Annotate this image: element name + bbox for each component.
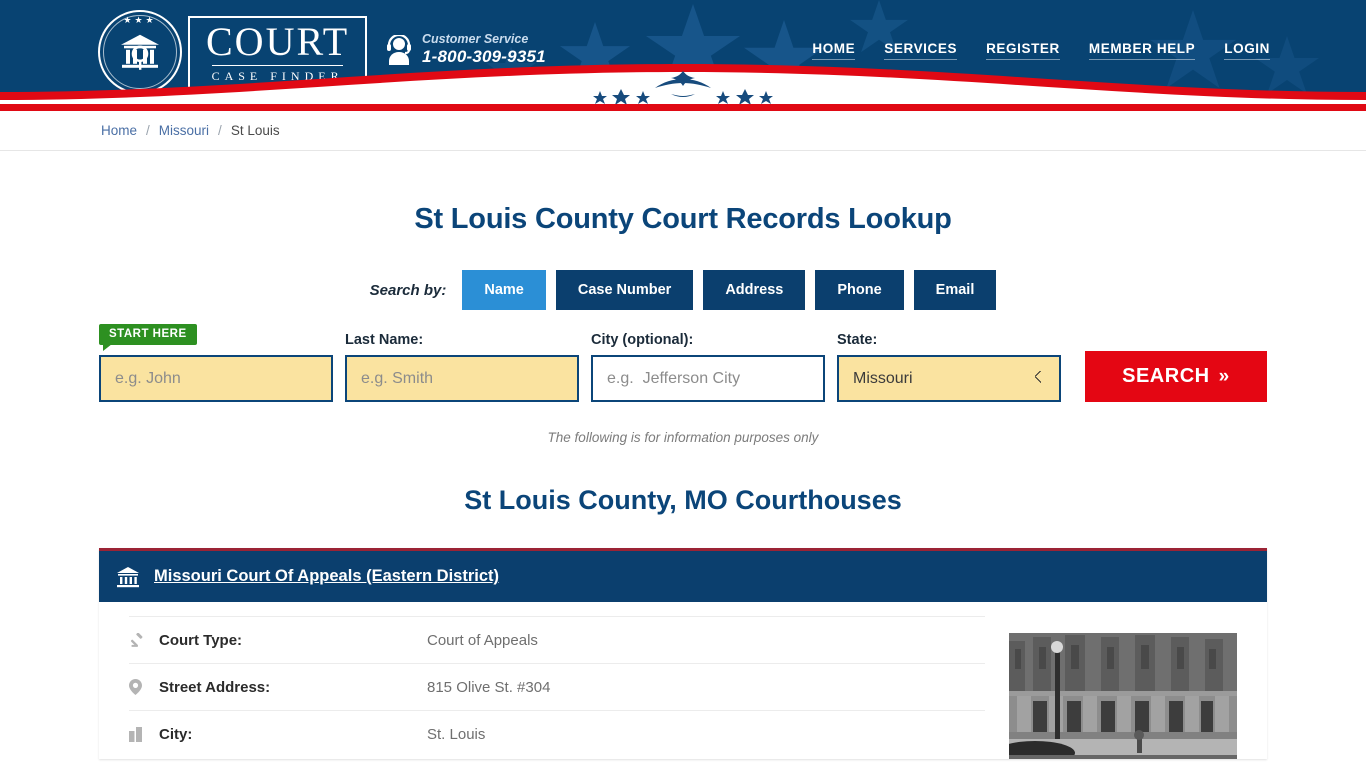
courthouse-card-header[interactable]: Missouri Court Of Appeals (Eastern Distr… xyxy=(99,551,1267,602)
breadcrumb-separator: / xyxy=(218,122,222,138)
double-chevron-right-icon: » xyxy=(1218,366,1230,387)
first-name-input[interactable] xyxy=(99,355,333,402)
courthouse-thumbnail-wrap xyxy=(1009,616,1237,759)
search-button[interactable]: SEARCH » xyxy=(1084,351,1267,402)
breadcrumb-separator: / xyxy=(146,122,150,138)
table-row: City: St. Louis xyxy=(129,710,985,757)
state-field-group: State: Missouri xyxy=(837,332,1061,402)
last-name-input[interactable] xyxy=(345,355,579,402)
bank-building-icon xyxy=(117,566,139,587)
gavel-icon xyxy=(129,632,159,648)
row-value: Court of Appeals xyxy=(427,631,538,649)
row-value: St. Louis xyxy=(427,725,486,743)
row-value: 815 Olive St. #304 xyxy=(427,678,551,696)
swoosh-eagle-and-stars xyxy=(593,71,773,104)
search-by-label: Search by: xyxy=(369,281,447,299)
breadcrumb-item-home[interactable]: Home xyxy=(101,124,137,138)
courthouses-section-title: St Louis County, MO Courthouses xyxy=(464,485,902,515)
map-pin-icon xyxy=(129,679,159,695)
breadcrumb-item-missouri[interactable]: Missouri xyxy=(159,124,209,138)
courthouse-photo xyxy=(1009,633,1237,759)
city-field-group: City (optional): xyxy=(591,332,825,402)
courthouse-card: Missouri Court Of Appeals (Eastern Distr… xyxy=(99,548,1267,759)
courthouse-card-body: Court Type: Court of Appeals Street Addr… xyxy=(99,602,1267,759)
search-button-label: SEARCH xyxy=(1122,365,1210,387)
site-header: ★★★ COURT CASE FINDER Customer Service 1… xyxy=(0,0,1366,104)
city-input[interactable] xyxy=(591,355,825,402)
search-by-tabs: Search by: Name Case Number Address Phon… xyxy=(0,270,1366,310)
tab-phone[interactable]: Phone xyxy=(815,270,904,310)
row-label: Street Address: xyxy=(159,678,271,696)
state-select[interactable]: Missouri xyxy=(837,355,1061,402)
state-label: State: xyxy=(837,332,878,348)
tab-email[interactable]: Email xyxy=(913,270,997,310)
customer-service-label: Customer Service xyxy=(422,32,529,46)
breadcrumb-item-current: St Louis xyxy=(230,122,280,138)
logo-main-text: COURT xyxy=(206,18,350,64)
start-here-badge: START HERE xyxy=(99,324,197,351)
header-red-divider xyxy=(0,104,1366,111)
table-row: Street Address: 815 Olive St. #304 xyxy=(129,663,985,710)
row-label: Court Type: xyxy=(159,631,243,649)
table-row: Court Type: Court of Appeals xyxy=(129,616,985,663)
city-icon xyxy=(129,726,159,742)
row-label: City: xyxy=(159,725,193,743)
city-label: City (optional): xyxy=(591,332,694,348)
last-name-label: Last Name: xyxy=(345,332,424,348)
tab-case-number[interactable]: Case Number xyxy=(555,270,694,310)
search-form: START HERE First Name: Last Name: City (… xyxy=(99,324,1267,402)
courthouse-detail-list: Court Type: Court of Appeals Street Addr… xyxy=(129,616,1009,759)
courthouse-title-link[interactable]: Missouri Court Of Appeals (Eastern Distr… xyxy=(154,567,499,586)
last-name-field-group: Last Name: xyxy=(345,332,579,402)
tab-address[interactable]: Address xyxy=(703,270,806,310)
page-title: St Louis County Court Records Lookup xyxy=(414,203,952,235)
tab-name[interactable]: Name xyxy=(462,270,546,310)
disclaimer-text: The following is for information purpose… xyxy=(547,430,819,445)
breadcrumb: Home / Missouri / St Louis xyxy=(0,111,1366,151)
